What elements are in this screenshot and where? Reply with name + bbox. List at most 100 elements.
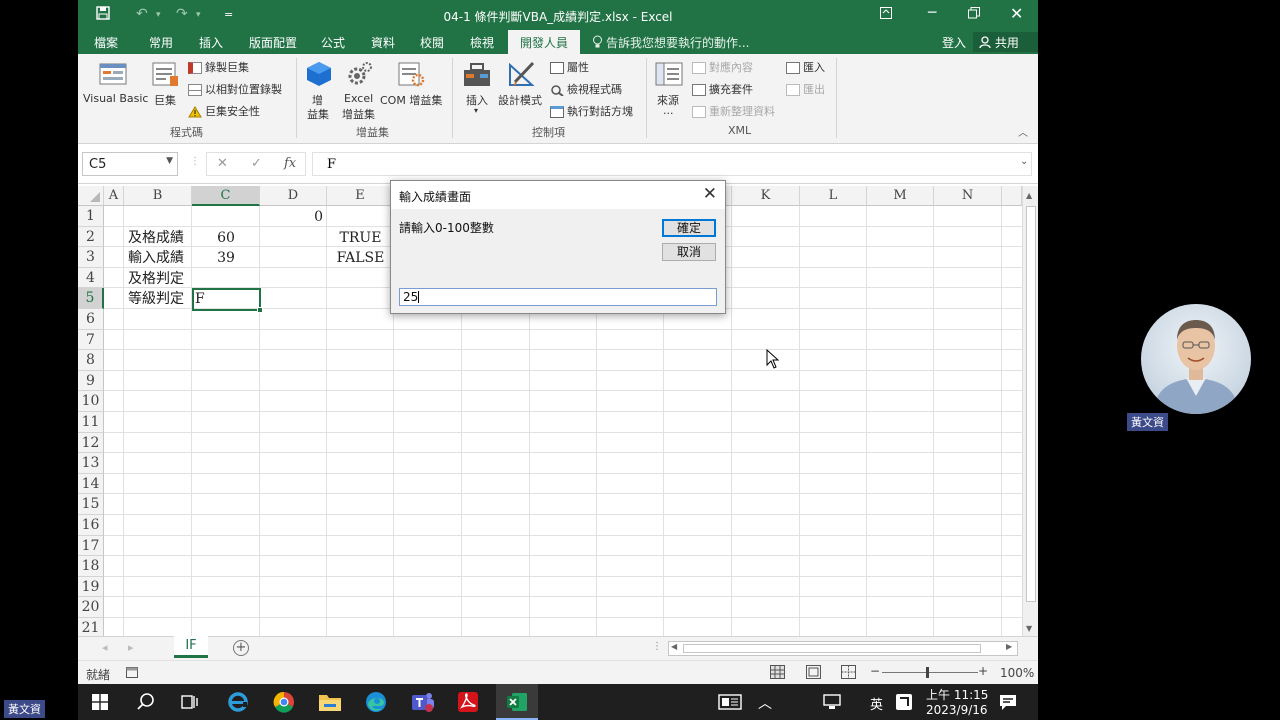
- vertical-scrollbar[interactable]: ▲ ▼: [1022, 186, 1038, 636]
- column-header-b[interactable]: B: [124, 186, 192, 206]
- row-header-12[interactable]: 12: [78, 432, 104, 454]
- edge-icon[interactable]: [364, 690, 388, 714]
- fill-handle[interactable]: [257, 307, 263, 313]
- macros-button[interactable]: 巨集: [150, 58, 178, 110]
- prev-sheet-icon[interactable]: ◂: [102, 641, 108, 654]
- minimize-icon[interactable]: ─: [928, 5, 936, 21]
- cell-e3[interactable]: FALSE: [327, 248, 394, 268]
- design-mode-button[interactable]: 設計模式: [498, 58, 546, 110]
- excel-addins-button[interactable]: Excel 增益集: [342, 58, 378, 121]
- close-icon[interactable]: ✕: [1010, 4, 1023, 23]
- acrobat-icon[interactable]: [456, 690, 480, 714]
- excel-taskbar-item[interactable]: [496, 684, 538, 720]
- internet-explorer-icon[interactable]: [226, 690, 250, 714]
- row-header-21[interactable]: 21: [78, 618, 104, 636]
- notification-icon[interactable]: [998, 692, 1018, 712]
- clock-time[interactable]: 上午 11:15: [926, 686, 988, 703]
- insert-control-button[interactable]: 插入 ▾: [462, 58, 492, 120]
- horizontal-scrollbar[interactable]: ◀ ▶: [668, 641, 1018, 656]
- scroll-up-icon[interactable]: ▲: [1026, 191, 1032, 200]
- row-header-6[interactable]: 6: [78, 309, 104, 330]
- tray-expand-icon[interactable]: ︿: [758, 693, 772, 713]
- run-dialog-button[interactable]: 執行對話方塊: [550, 103, 633, 119]
- select-all-corner[interactable]: [78, 186, 104, 206]
- row-header-7[interactable]: 7: [78, 329, 104, 351]
- cancel-button[interactable]: 取消: [662, 243, 716, 261]
- cell-b3[interactable]: 輸入成績: [128, 248, 184, 268]
- windows-start-icon[interactable]: [92, 694, 108, 710]
- column-header-a[interactable]: A: [104, 186, 124, 206]
- tab-view[interactable]: 檢視: [470, 34, 494, 51]
- row-header-8[interactable]: 8: [78, 350, 104, 371]
- expansion-packs-button[interactable]: 擴充套件: [692, 81, 753, 97]
- cell-b4[interactable]: 及格判定: [128, 269, 184, 289]
- input-method-icon[interactable]: [894, 692, 914, 712]
- cell-b5[interactable]: 等級判定: [128, 289, 184, 309]
- com-addins-button[interactable]: COM 增益集: [380, 58, 446, 110]
- record-macro-button[interactable]: 錄製巨集: [188, 59, 249, 75]
- scroll-left-icon[interactable]: ◀: [671, 642, 677, 651]
- clock-date[interactable]: 2023/9/16: [926, 703, 988, 717]
- addins-button[interactable]: 增 益集: [304, 58, 334, 121]
- properties-button[interactable]: 屬性: [550, 59, 589, 75]
- share-button[interactable]: 共用: [973, 32, 1038, 52]
- sheet-tab-if[interactable]: IF: [174, 636, 208, 658]
- confirm-entry-icon[interactable]: ✓: [251, 156, 262, 171]
- ime-indicator[interactable]: 英: [870, 694, 883, 713]
- zoom-slider-thumb[interactable]: [926, 667, 929, 678]
- column-header-k[interactable]: K: [732, 186, 800, 206]
- chevron-down-icon[interactable]: ▼: [166, 156, 173, 166]
- row-header-9[interactable]: 9: [78, 370, 104, 392]
- formula-bar-grip-icon[interactable]: ⋮: [190, 156, 200, 167]
- row-header-11[interactable]: 11: [78, 412, 104, 433]
- visual-basic-button[interactable]: Visual Basic: [83, 58, 148, 110]
- next-sheet-icon[interactable]: ▸: [128, 641, 134, 654]
- cancel-entry-icon[interactable]: ✕: [217, 156, 228, 171]
- sign-in-link[interactable]: 登入: [942, 34, 966, 51]
- column-header-n[interactable]: N: [934, 186, 1002, 206]
- page-layout-view-icon[interactable]: [806, 665, 821, 682]
- search-icon[interactable]: [136, 692, 156, 712]
- restore-icon[interactable]: [968, 7, 980, 23]
- tab-file[interactable]: 檔案: [94, 34, 118, 51]
- view-code-button[interactable]: 檢視程式碼: [550, 81, 622, 97]
- dialog-title-bar[interactable]: 輸入成績畫面 ✕: [391, 181, 725, 209]
- tab-home[interactable]: 常用: [149, 34, 173, 51]
- row-header-3[interactable]: 3: [78, 247, 104, 268]
- cell-d1[interactable]: 0: [260, 207, 323, 227]
- row-header-4[interactable]: 4: [78, 267, 104, 289]
- row-header-10[interactable]: 10: [78, 391, 104, 412]
- tab-insert[interactable]: 插入: [199, 34, 223, 51]
- row-header-17[interactable]: 17: [78, 535, 104, 557]
- page-break-view-icon[interactable]: [841, 665, 856, 682]
- row-header-16[interactable]: 16: [78, 515, 104, 536]
- tab-review[interactable]: 校閱: [420, 34, 444, 51]
- zoom-level[interactable]: 100%: [1000, 666, 1034, 680]
- ok-button[interactable]: 確定: [662, 219, 716, 237]
- cell-b2[interactable]: 及格成績: [128, 228, 184, 248]
- name-box[interactable]: C5 ▼: [82, 152, 178, 176]
- horizontal-scroll-thumb[interactable]: [683, 644, 981, 653]
- tab-formulas[interactable]: 公式: [321, 34, 345, 51]
- tab-split-icon[interactable]: ⋮: [652, 641, 662, 652]
- row-header-13[interactable]: 13: [78, 453, 104, 474]
- import-button[interactable]: 匯入: [786, 59, 825, 75]
- row-header-15[interactable]: 15: [78, 494, 104, 515]
- row-header-1[interactable]: 1: [78, 206, 104, 227]
- scroll-down-icon[interactable]: ▼: [1026, 624, 1032, 633]
- zoom-out-icon[interactable]: −: [870, 664, 880, 678]
- export-button[interactable]: 匯出: [786, 81, 825, 97]
- add-sheet-icon[interactable]: +: [233, 640, 249, 656]
- formula-input[interactable]: F: [312, 152, 1032, 176]
- chrome-icon[interactable]: [272, 690, 296, 714]
- row-header-18[interactable]: 18: [78, 556, 104, 577]
- task-view-icon[interactable]: [180, 692, 200, 712]
- row-header-5[interactable]: 5: [78, 288, 104, 309]
- cell-e2[interactable]: TRUE: [327, 228, 394, 248]
- teams-icon[interactable]: [410, 689, 436, 715]
- insert-function-icon[interactable]: fx: [284, 156, 296, 171]
- cell-c3[interactable]: 39: [192, 248, 260, 268]
- xml-source-button[interactable]: 來源 ...: [654, 58, 684, 124]
- refresh-data-button[interactable]: 重新整理資料: [692, 103, 775, 119]
- zoom-in-icon[interactable]: +: [978, 664, 988, 678]
